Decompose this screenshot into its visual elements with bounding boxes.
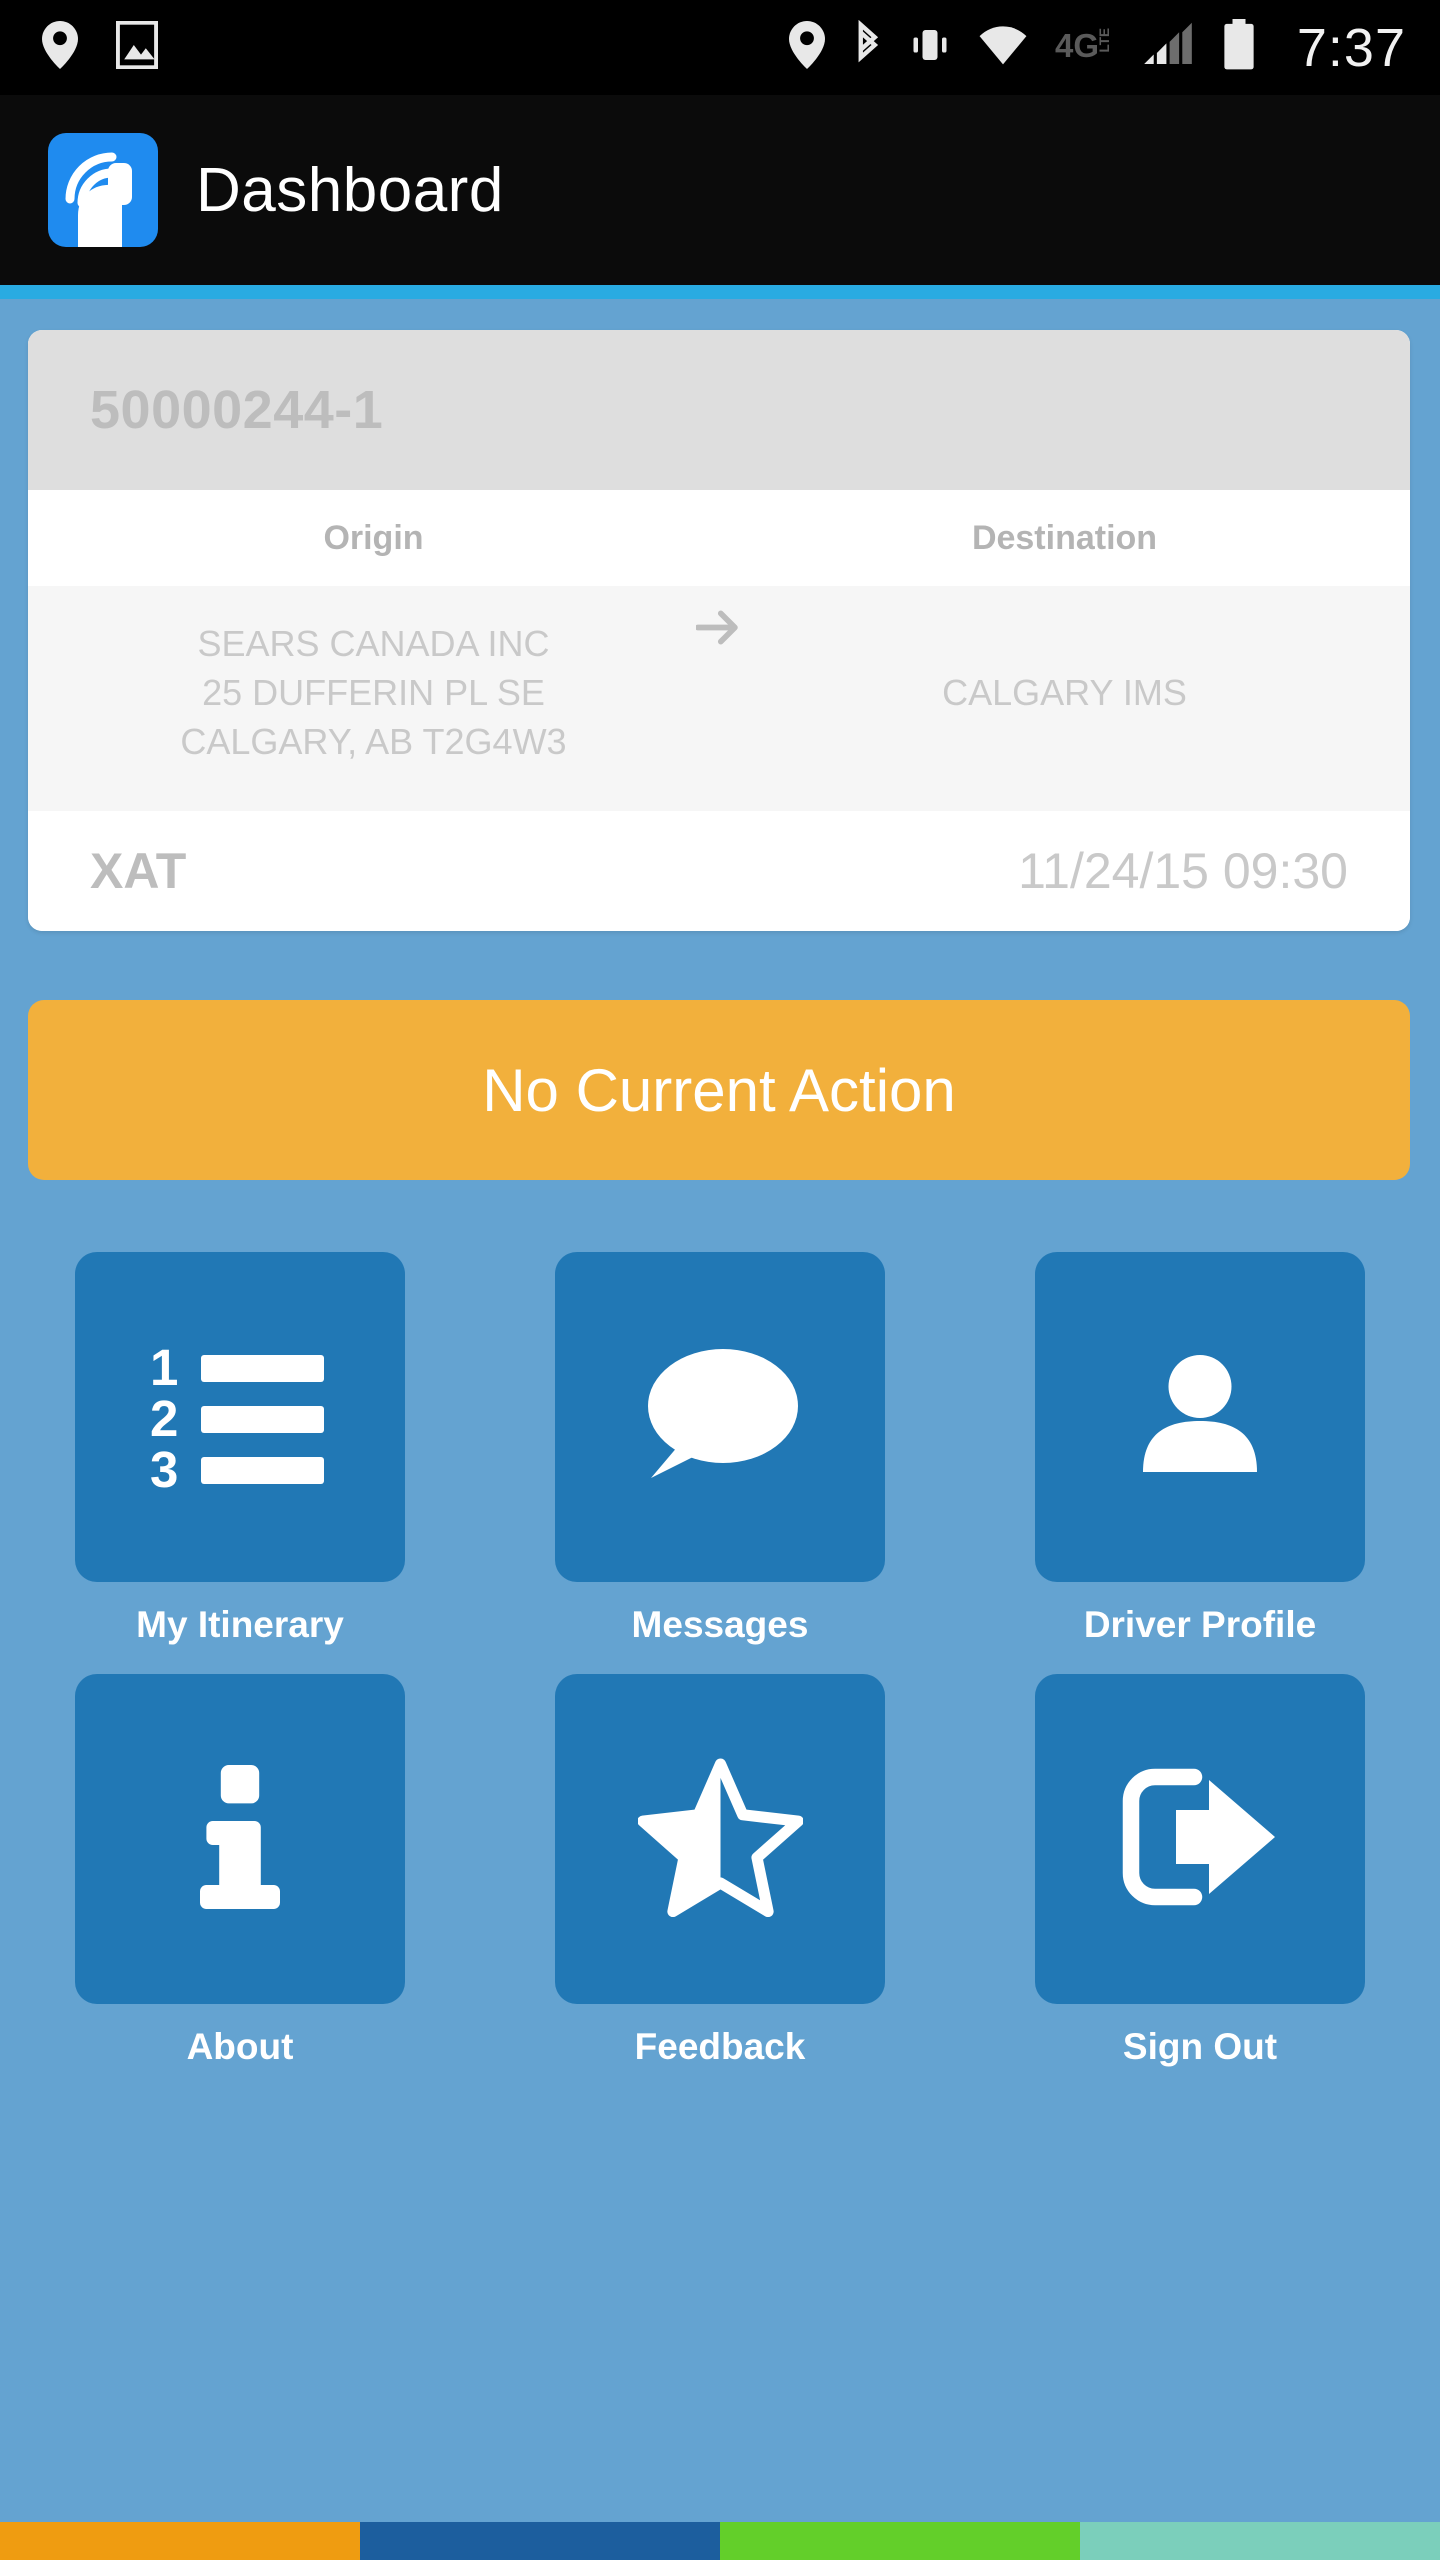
dashboard-grid: 1 2 3 My Itinerary Messages Driver Profi… — [0, 1252, 1440, 2096]
page-title: Dashboard — [196, 155, 504, 225]
driver-profile-tile[interactable] — [1035, 1252, 1365, 1582]
feedback-tile[interactable] — [555, 1674, 885, 2004]
destination-label: Destination — [971, 518, 1158, 557]
info-icon — [180, 1757, 300, 1922]
bottom-bar-segment-2 — [360, 2522, 720, 2560]
origin-label-col: Origin — [28, 519, 719, 558]
origin-line-1: SEARS CANADA INC — [197, 623, 550, 664]
status-bar: 4G LTE 7:37 — [0, 0, 1440, 95]
sign-out-tile[interactable] — [1035, 1674, 1365, 2004]
speech-bubble-icon — [635, 1340, 805, 1495]
bluetooth-icon — [851, 19, 883, 75]
destination-label-col: Destination — [719, 519, 1410, 558]
status-bar-clock: 7:37 — [1296, 17, 1406, 78]
app-bar: Dashboard — [0, 95, 1440, 285]
origin-address: SEARS CANADA INC 25 DUFFERIN PL SE CALGA… — [28, 620, 719, 767]
exit-arrow-icon — [1115, 1762, 1285, 1917]
grid-item-feedback[interactable]: Feedback — [480, 1674, 960, 2068]
messages-tile[interactable] — [555, 1252, 885, 1582]
trip-card-header: 50000244-1 — [28, 330, 1410, 490]
status-code: XAT — [90, 842, 187, 899]
my-itinerary-label: My Itinerary — [136, 1604, 344, 1645]
image-icon — [115, 20, 159, 74]
origin-line-3: CALGARY, AB T2G4W3 — [180, 720, 567, 762]
sign-out-label: Sign Out — [1122, 2026, 1278, 2067]
my-itinerary-tile[interactable]: 1 2 3 — [75, 1252, 405, 1582]
status-bar-left-icons — [0, 20, 159, 74]
messages-label: Messages — [631, 1604, 809, 1645]
feedback-label: Feedback — [634, 2026, 806, 2067]
app-logo-icon — [48, 133, 158, 247]
origin-label: Origin — [323, 518, 424, 557]
grid-item-my-itinerary[interactable]: 1 2 3 My Itinerary — [0, 1252, 480, 1646]
destination-address: CALGARY IMS — [719, 669, 1410, 718]
origin-destination-labels: Origin Destination — [28, 490, 1410, 586]
load-number: 50000244-1 — [90, 380, 384, 440]
svg-text:1: 1 — [150, 1340, 178, 1396]
grid-item-about[interactable]: About — [0, 1674, 480, 2068]
bottom-bar-segment-4 — [1080, 2522, 1440, 2560]
battery-icon — [1221, 19, 1257, 76]
trip-card-footer: XAT 11/24/15 09:30 — [28, 810, 1410, 931]
accent-divider — [0, 285, 1440, 299]
grid-item-sign-out[interactable]: Sign Out — [960, 1674, 1440, 2068]
origin-line-2: 25 DUFFERIN PL SE — [202, 671, 545, 713]
current-action-banner[interactable]: No Current Action — [28, 1000, 1410, 1180]
signal-bars-icon — [1141, 22, 1195, 73]
grid-item-messages[interactable]: Messages — [480, 1252, 960, 1646]
svg-text:4G: 4G — [1055, 27, 1099, 64]
person-icon — [1125, 1340, 1275, 1495]
vibrate-icon — [909, 23, 951, 72]
wifi-icon — [977, 24, 1029, 71]
bottom-bar-segment-3 — [720, 2522, 1080, 2560]
svg-text:3: 3 — [150, 1441, 178, 1490]
grid-item-driver-profile[interactable]: Driver Profile — [960, 1252, 1440, 1646]
about-tile[interactable] — [75, 1674, 405, 2004]
half-star-icon — [636, 1757, 804, 1922]
svg-text:LTE: LTE — [1097, 28, 1112, 53]
location-pin-icon — [788, 21, 825, 74]
network-4glte-icon: 4G LTE — [1055, 24, 1115, 71]
numbered-list-icon: 1 2 3 — [150, 1339, 330, 1498]
about-label: About — [186, 2026, 294, 2067]
status-bar-right-icons: 4G LTE 7:37 — [788, 17, 1440, 79]
driver-profile-label: Driver Profile — [1083, 1604, 1317, 1645]
origin-destination-body: SEARS CANADA INC 25 DUFFERIN PL SE CALGA… — [28, 586, 1410, 811]
current-action-label: No Current Action — [482, 1056, 956, 1124]
destination-line-1: CALGARY IMS — [942, 671, 1187, 713]
location-pin-icon — [42, 21, 78, 74]
arrow-right-icon — [694, 608, 742, 653]
status-datetime: 11/24/15 09:30 — [1018, 842, 1348, 899]
trip-card[interactable]: 50000244-1 Origin Destination SEARS CANA… — [28, 330, 1410, 931]
bottom-bar-segment-1 — [0, 2522, 360, 2560]
bottom-color-bar — [0, 2522, 1440, 2560]
svg-text:2: 2 — [150, 1390, 178, 1447]
